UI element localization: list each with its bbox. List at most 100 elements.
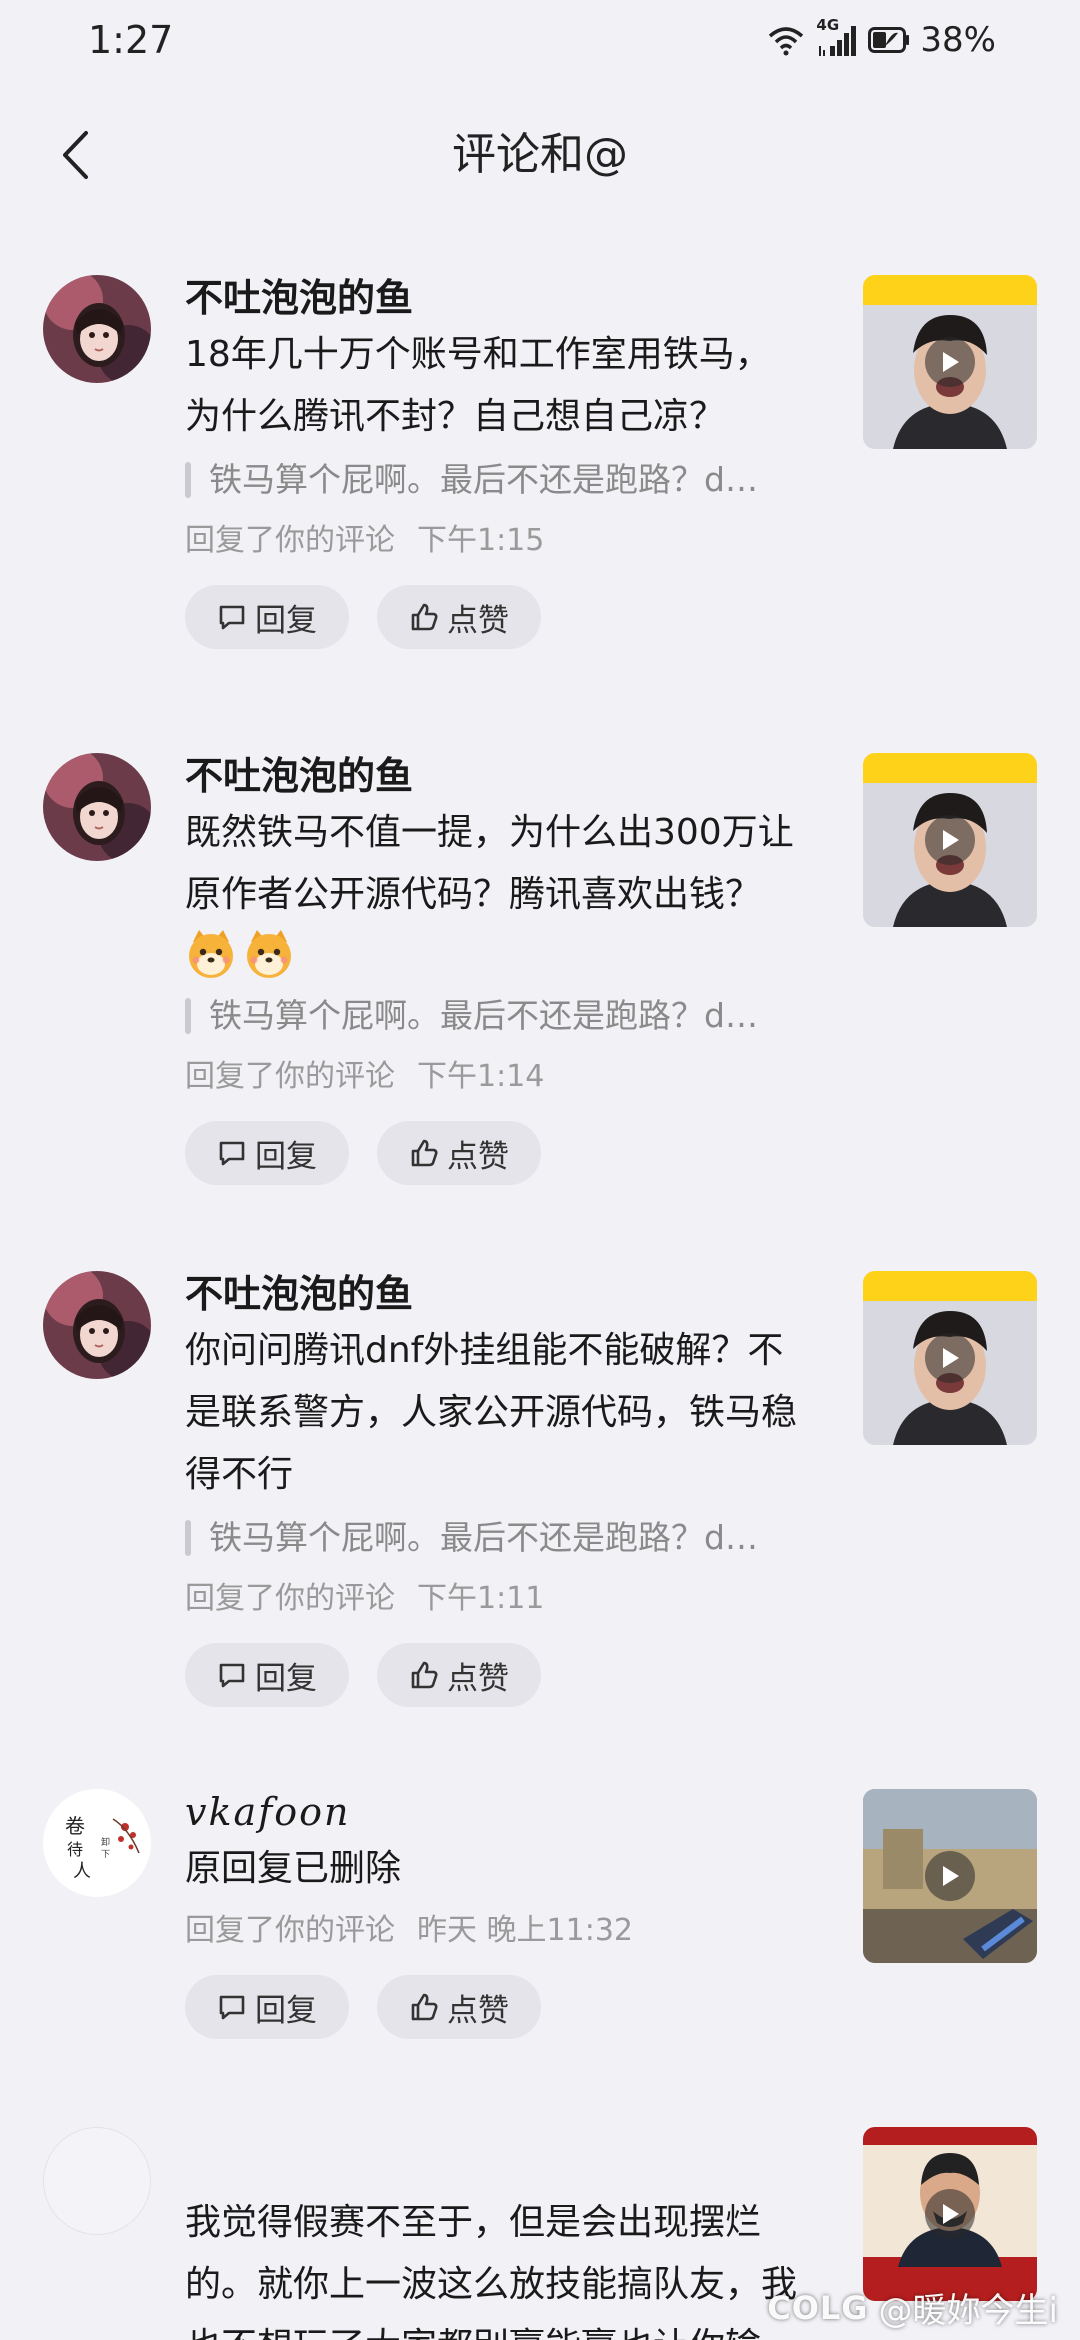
like-button[interactable]: 点赞	[377, 585, 541, 649]
watermark-text: @暖妳今生i	[878, 2291, 1058, 2331]
comment-username[interactable]: 不吐泡泡的鱼	[185, 273, 835, 323]
timestamp: 下午1:15	[417, 523, 545, 558]
emoji-row	[185, 925, 835, 983]
comment-text-line: 原作者公开源代码？腾讯喜欢出钱？	[185, 874, 762, 915]
quote-bar	[185, 462, 191, 498]
chat-bubble-icon	[217, 1660, 247, 1690]
comment-text-line: 你问问腾讯dnf外挂组能不能破解？不	[185, 1330, 784, 1371]
page-title: 评论和@	[452, 129, 628, 180]
play-icon	[925, 1333, 975, 1383]
play-icon	[925, 1851, 975, 1901]
timestamp: 昨天 晚上11:32	[417, 1913, 633, 1948]
avatar[interactable]	[43, 753, 151, 861]
comment-text-line: 的。就你上一波这么放技能搞队友，我	[185, 2264, 798, 2305]
battery-percent: 38%	[920, 20, 996, 60]
video-thumbnail[interactable]	[863, 1789, 1037, 1963]
like-button[interactable]: 点赞	[377, 1975, 541, 2039]
avatar[interactable]	[43, 1789, 151, 1897]
play-icon	[925, 337, 975, 387]
like-label: 点赞	[447, 602, 509, 639]
quote-bar	[185, 998, 191, 1034]
comment-item[interactable]: 不吐泡泡的鱼 你问问腾讯dnf外挂组能不能破解？不 是联系警方，人家公开源代码，…	[0, 1251, 1080, 1769]
video-thumbnail[interactable]	[863, 753, 1037, 927]
comment-username[interactable]: vkafoon	[185, 1787, 835, 1837]
timestamp: 下午1:14	[417, 1059, 545, 1094]
comment-username[interactable]: 不吐泡泡的鱼	[185, 751, 835, 801]
watermark: COLG @暖妳今生i	[767, 2283, 1058, 2332]
reply-button[interactable]: 回复	[185, 585, 349, 649]
status-time: 1:27	[88, 18, 174, 62]
comment-item[interactable]: vkafoon 原回复已删除 回复了你的评论 昨天 晚上11:32 回复 点赞	[0, 1769, 1080, 2107]
comment-meta: 回复了你的评论 下午1:14	[185, 1051, 835, 1103]
timestamp: 下午1:11	[417, 1581, 545, 1616]
thumbs-up-icon	[409, 1992, 439, 2022]
comment-feed: 不吐泡泡的鱼 18年几十万个账号和工作室用铁马， 为什么腾讯不封？自己想自己凉？…	[0, 255, 1080, 2340]
header: 评论和@	[0, 110, 1080, 200]
chat-bubble-icon	[217, 1138, 247, 1168]
comment-meta: 回复了你的评论 下午1:15	[185, 515, 835, 567]
video-thumbnail[interactable]	[863, 2127, 1037, 2301]
comment-text-line: 得不行	[185, 1454, 294, 1495]
chat-bubble-icon	[217, 1992, 247, 2022]
quoted-text: 铁马算个屁啊。最后不还是跑路？d…	[209, 996, 758, 1035]
battery-icon	[868, 27, 910, 53]
thumbs-up-icon	[409, 1660, 439, 1690]
like-label: 点赞	[447, 1992, 509, 2029]
action-text: 回复了你的评论	[185, 1581, 395, 1616]
reply-label: 回复	[255, 1138, 317, 1175]
quote-bar	[185, 1520, 191, 1556]
reply-button[interactable]: 回复	[185, 1121, 349, 1185]
thumbs-up-icon	[409, 602, 439, 632]
reply-button[interactable]: 回复	[185, 1975, 349, 2039]
action-row: 回复 点赞	[185, 1121, 835, 1185]
quoted-comment[interactable]: 铁马算个屁啊。最后不还是跑路？d…	[185, 987, 835, 1045]
avatar[interactable]	[43, 275, 151, 383]
comment-text-line: 为什么腾讯不封？自己想自己凉？	[185, 396, 726, 437]
comment-text-line: 18年几十万个账号和工作室用铁马，	[185, 334, 771, 375]
reply-label: 回复	[255, 1660, 317, 1697]
quoted-text: 铁马算个屁啊。最后不还是跑路？d…	[209, 1518, 758, 1557]
play-icon	[925, 815, 975, 865]
action-row: 回复 点赞	[185, 585, 835, 649]
comment-username[interactable]: 不吐泡泡的鱼	[185, 1269, 835, 1319]
avatar[interactable]	[43, 1271, 151, 1379]
comment-text-line: 我觉得假赛不至于，但是会出现摆烂	[185, 2202, 762, 2243]
reply-label: 回复	[255, 602, 317, 639]
quoted-comment[interactable]: 铁马算个屁啊。最后不还是跑路？d…	[185, 1509, 835, 1567]
status-bar: 1:27 4G 38%	[0, 0, 1080, 90]
like-label: 点赞	[447, 1660, 509, 1697]
reply-button[interactable]: 回复	[185, 1643, 349, 1707]
thumbs-up-icon	[409, 1138, 439, 1168]
comment-text-line: 是联系警方，人家公开源代码，铁马稳	[185, 1392, 798, 1433]
comment-text-line: 也不想玩了大家都别赢能赢也让你输	[185, 2317, 835, 2340]
dog-emoji-icon	[243, 928, 295, 980]
comment-item[interactable]: 不吐泡泡的鱼 18年几十万个账号和工作室用铁马， 为什么腾讯不封？自己想自己凉？…	[0, 255, 1080, 733]
wifi-icon	[769, 27, 804, 56]
video-thumbnail[interactable]	[863, 275, 1037, 449]
quoted-text: 铁马算个屁啊。最后不还是跑路？d…	[209, 460, 758, 499]
status-icons: 4G 38%	[766, 16, 996, 60]
avatar[interactable]	[43, 2127, 151, 2235]
comment-item[interactable]: 不吐泡泡的鱼 既然铁马不值一提，为什么出300万让 原作者公开源代码？腾讯喜欢出…	[0, 733, 1080, 1251]
action-row: 回复 点赞	[185, 1975, 835, 2039]
play-icon	[925, 2189, 975, 2239]
comment-username[interactable]	[185, 2125, 835, 2175]
comment-meta: 回复了你的评论 下午1:11	[185, 1573, 835, 1625]
reply-label: 回复	[255, 1992, 317, 2029]
action-text: 回复了你的评论	[185, 1059, 395, 1094]
dog-emoji-icon	[185, 928, 237, 980]
comment-text-line: 原回复已删除	[185, 1848, 402, 1889]
chat-bubble-icon	[217, 602, 247, 632]
quoted-comment[interactable]: 铁马算个屁啊。最后不还是跑路？d…	[185, 451, 835, 509]
action-text: 回复了你的评论	[185, 1913, 395, 1948]
comment-text-line: 既然铁马不值一提，为什么出300万让	[185, 812, 794, 853]
video-thumbnail[interactable]	[863, 1271, 1037, 1445]
action-text: 回复了你的评论	[185, 523, 395, 558]
like-label: 点赞	[447, 1138, 509, 1175]
cellular-signal-icon: 4G	[816, 16, 858, 58]
like-button[interactable]: 点赞	[377, 1121, 541, 1185]
action-row: 回复 点赞	[185, 1643, 835, 1707]
like-button[interactable]: 点赞	[377, 1643, 541, 1707]
comment-meta: 回复了你的评论 昨天 晚上11:32	[185, 1905, 835, 1957]
watermark-logo: COLG	[767, 2288, 869, 2327]
